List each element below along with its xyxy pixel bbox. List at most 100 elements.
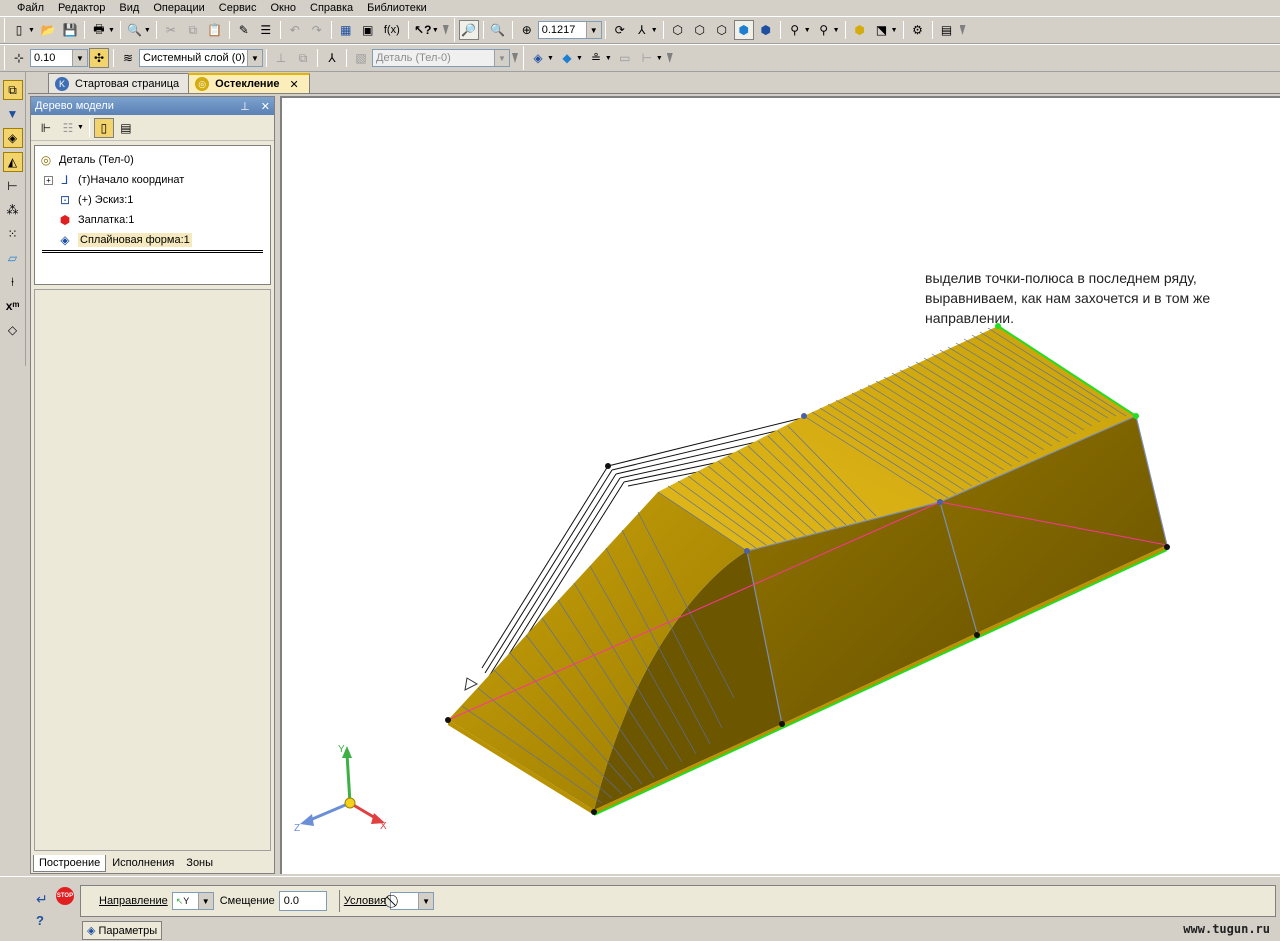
help-button[interactable]: ? bbox=[36, 913, 44, 928]
menu-window[interactable]: Окно bbox=[263, 1, 303, 15]
chevron-down-icon[interactable]: ▼ bbox=[651, 27, 658, 34]
edit-part-icon[interactable]: ⬔ bbox=[872, 20, 892, 40]
measure-xm-icon[interactable]: xᵐ bbox=[3, 296, 23, 316]
model-canvas[interactable]: Y Z X bbox=[282, 98, 1280, 874]
chevron-down-icon[interactable]: ▼ bbox=[72, 50, 87, 66]
sketch-edit-icon[interactable]: ⧉ bbox=[293, 48, 313, 68]
redo-icon[interactable]: ↷ bbox=[307, 20, 327, 40]
tree-props-icon[interactable]: ▤ bbox=[116, 118, 136, 138]
tree-item-sketch[interactable]: ⊡ (+) Эскиз:1 bbox=[38, 190, 267, 210]
menu-service[interactable]: Сервис bbox=[212, 1, 264, 15]
chevron-down-icon[interactable]: ▼ bbox=[804, 27, 811, 34]
tree-item-origin[interactable]: + ⅃ (т)Начало координат bbox=[38, 170, 267, 190]
zoom-in-icon[interactable]: ⊕ bbox=[517, 20, 537, 40]
menu-file[interactable]: Файл bbox=[10, 1, 51, 15]
chevron-down-icon[interactable]: ▼ bbox=[432, 27, 439, 34]
chevron-down-icon[interactable]: ▼ bbox=[197, 893, 213, 909]
edit-details-icon[interactable]: ⧉ bbox=[2, 80, 23, 100]
chevron-down-icon[interactable]: ▼ bbox=[833, 27, 840, 34]
toolbar-grip-icon[interactable] bbox=[512, 53, 518, 63]
layer-combo[interactable]: Системный слой (0) ▼ bbox=[139, 49, 263, 67]
toolbar-grip-icon[interactable] bbox=[442, 25, 449, 35]
tree-structure-icon[interactable]: ⊩ bbox=[36, 118, 56, 138]
orient-icon[interactable]: ⅄ bbox=[322, 48, 342, 68]
tree-item-spline-form[interactable]: ◈ Сплайновая форма:1 bbox=[38, 230, 267, 250]
chevron-down-icon[interactable]: ▼ bbox=[605, 55, 612, 62]
properties-icon[interactable]: ☰ bbox=[256, 20, 276, 40]
measure-icon[interactable]: ▤ bbox=[937, 20, 957, 40]
perspective-icon[interactable]: ⚙ bbox=[908, 20, 928, 40]
tab-zones[interactable]: Зоны bbox=[180, 854, 219, 872]
open-folder-icon[interactable]: 📂 bbox=[38, 20, 58, 40]
menu-operations[interactable]: Операции bbox=[146, 1, 211, 15]
local-cs-icon[interactable]: ⊥ bbox=[271, 48, 291, 68]
menu-editor[interactable]: Редактор bbox=[51, 1, 112, 15]
part-state-icon[interactable]: ▧ bbox=[351, 48, 371, 68]
tab-variants[interactable]: Исполнения bbox=[106, 854, 180, 872]
manager-icon[interactable]: ▦ bbox=[336, 20, 356, 40]
chevron-down-icon[interactable]: ▼ bbox=[494, 50, 509, 66]
print-icon[interactable]: 🖶 bbox=[89, 20, 109, 40]
insert-icon[interactable]: ▭ bbox=[615, 48, 635, 68]
close-icon[interactable]: ✕ bbox=[289, 78, 298, 91]
aux-geometry-icon[interactable]: ⊢ bbox=[3, 176, 23, 196]
zoom-fit-icon[interactable]: 🔍 bbox=[488, 20, 508, 40]
stop-button[interactable]: STOP bbox=[56, 887, 74, 905]
filter-icon[interactable]: ⚲ bbox=[785, 20, 805, 40]
tree-item-patch[interactable]: ⬢ Заплатка:1 bbox=[38, 210, 267, 230]
variables-button[interactable]: f(x) bbox=[380, 20, 404, 40]
conditions-combo[interactable]: ⃠ ▼ bbox=[390, 892, 435, 910]
library-icon[interactable]: ▣ bbox=[358, 20, 378, 40]
zoom-window-icon[interactable]: 🔎 bbox=[458, 20, 479, 40]
surface-color-icon[interactable]: ◆ bbox=[557, 48, 577, 68]
chevron-down-icon[interactable]: ▼ bbox=[28, 27, 35, 34]
paste-icon[interactable]: 📋 bbox=[205, 20, 225, 40]
filter-funnel-icon[interactable]: ▼ bbox=[3, 104, 23, 124]
toolbar-grip-icon[interactable] bbox=[959, 25, 966, 35]
3d-viewport[interactable]: Y Z X выделив точки-полюса в последнем р… bbox=[280, 96, 1280, 874]
save-icon[interactable]: 💾 bbox=[60, 20, 80, 40]
tree-list-icon[interactable]: ☷ bbox=[58, 118, 78, 138]
snap-toggle-icon[interactable]: ✣ bbox=[89, 48, 109, 68]
tab-glazing[interactable]: ◎ Остекление ✕ bbox=[188, 73, 310, 93]
tab-parameters[interactable]: ◈ Параметры bbox=[82, 921, 163, 940]
tree-item-part[interactable]: ◎ Деталь (Тел-0) bbox=[38, 150, 267, 170]
chevron-down-icon[interactable]: ▼ bbox=[77, 124, 84, 131]
apply-icon[interactable]: ↵ bbox=[36, 891, 48, 908]
zoom-combo[interactable]: 0.1217 ▼ bbox=[537, 21, 602, 39]
part-combo[interactable]: Деталь (Тел-0) ▼ bbox=[372, 49, 510, 67]
chevron-down-icon[interactable]: ▼ bbox=[108, 27, 115, 34]
tab-start-page[interactable]: K Стартовая страница bbox=[48, 73, 191, 93]
orientation-icon[interactable]: ⅄ bbox=[632, 20, 652, 40]
surface-shading-icon[interactable]: ◈ bbox=[528, 48, 548, 68]
context-help-icon[interactable]: ↖? bbox=[413, 20, 433, 40]
spline-surfaces-icon[interactable]: ◭ bbox=[2, 152, 23, 172]
tab-construction[interactable]: Построение bbox=[33, 854, 107, 872]
cut-icon[interactable]: ✂ bbox=[161, 20, 181, 40]
undo-icon[interactable]: ↶ bbox=[285, 20, 305, 40]
pin-icon[interactable]: ⊥ bbox=[240, 101, 250, 113]
cube-yellow-icon[interactable]: ⬢ bbox=[850, 20, 870, 40]
tree-view-icon[interactable]: ▯ bbox=[93, 117, 114, 138]
chevron-down-icon[interactable]: ▼ bbox=[547, 55, 554, 62]
new-document-icon[interactable]: ▯ bbox=[9, 20, 29, 40]
grid-snap-icon[interactable]: ⊹ bbox=[9, 48, 29, 68]
thin-lines-icon[interactable]: ⬡ bbox=[712, 20, 732, 40]
diagnostics-icon[interactable]: ⍿ bbox=[3, 272, 23, 292]
chevron-down-icon[interactable]: ▼ bbox=[247, 50, 262, 66]
chevron-down-icon[interactable]: ▼ bbox=[418, 893, 434, 909]
sheet-metal-icon[interactable]: ▱ bbox=[3, 248, 23, 268]
chevron-down-icon[interactable]: ▼ bbox=[891, 27, 898, 34]
dimension-icon[interactable]: ⊢ bbox=[637, 48, 657, 68]
shaded-icon[interactable]: ⬢ bbox=[733, 20, 754, 40]
chevron-down-icon[interactable]: ▼ bbox=[144, 27, 151, 34]
rotate-icon[interactable]: ⟳ bbox=[610, 20, 630, 40]
chevron-down-icon[interactable]: ▼ bbox=[576, 55, 583, 62]
direction-combo[interactable]: ↖ Y ▼ bbox=[171, 892, 214, 910]
array-icon[interactable]: ⁂ bbox=[3, 200, 23, 220]
offset-input[interactable]: 0.0 bbox=[278, 891, 327, 911]
preview-icon[interactable]: 🔍 bbox=[125, 20, 145, 40]
close-icon[interactable]: ✕ bbox=[261, 101, 270, 113]
step-combo[interactable]: 0.10 ▼ bbox=[30, 49, 88, 67]
curve-icon[interactable]: ≗ bbox=[586, 48, 606, 68]
